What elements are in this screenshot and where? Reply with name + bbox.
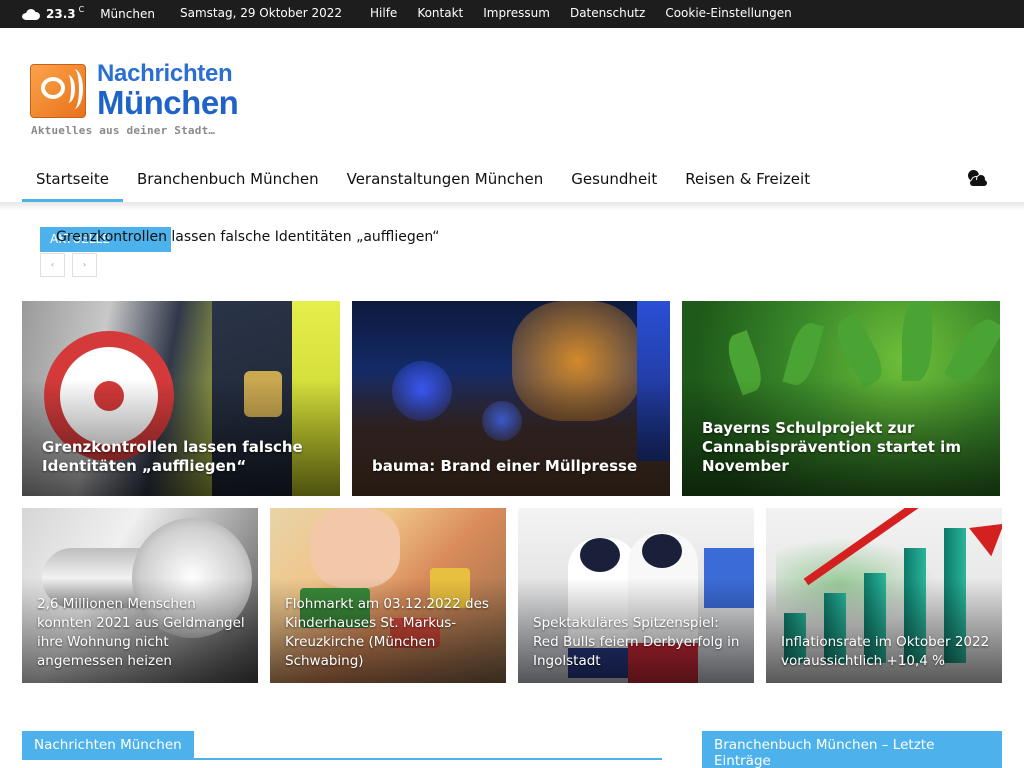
news-tile-title[interactable]: Flohmarkt am 03.12.2022 des Kinderhauses… [285,595,494,671]
news-tile[interactable]: Spektakuläres Spitzenspiel: Red Bulls fe… [518,508,754,683]
ticker-prev-button[interactable]: ‹ [40,253,65,277]
nav-item-veranstaltungen[interactable]: Veranstaltungen München [333,158,558,202]
weather-widget: 23.3 C München [22,0,155,28]
ticker-next-button[interactable]: › [72,253,97,277]
site-logo[interactable]: Nachrichten München Aktuelles aus deiner… [30,60,242,142]
link-cookie-settings[interactable]: Cookie-Einstellungen [665,0,791,27]
nav-item-branchenbuch[interactable]: Branchenbuch München [123,158,333,202]
logo-title-line2: München [97,84,239,121]
megaphone-icon [30,64,86,118]
nav-item-startseite[interactable]: Startseite [22,158,123,202]
news-tile-title[interactable]: Inflationsrate im Oktober 2022 voraussic… [781,633,990,671]
nav-item-reisen-freizeit[interactable]: Reisen & Freizeit [671,158,824,202]
link-impressum[interactable]: Impressum [483,0,550,27]
featured-tile-title[interactable]: Bayerns Schulprojekt zur Cannabisprävent… [702,419,984,476]
cloud-icon [22,8,40,20]
featured-tile[interactable]: Bayerns Schulprojekt zur Cannabisprävent… [682,301,1000,496]
news-tile[interactable]: Flohmarkt am 03.12.2022 des Kinderhauses… [270,508,506,683]
logo-tagline: Aktuelles aus deiner Stadt… [31,124,216,137]
link-datenschutz[interactable]: Datenschutz [570,0,645,27]
nav-divider [0,202,1024,210]
nav-item-gesundheit[interactable]: Gesundheit [557,158,671,202]
news-tile-title[interactable]: 2,6 Millionen Menschen konnten 2021 aus … [37,595,246,671]
section-title-branchenbuch: Branchenbuch München – Letzte Einträge [702,731,1002,768]
temperature: 23.3 [46,7,76,21]
section-title-nachrichten: Nachrichten München [22,731,194,760]
temperature-unit: C [78,4,85,14]
ticker-headline[interactable]: Grenzkontrollen lassen falsche Identität… [56,229,439,245]
top-bar: 23.3 C München Samstag, 29 Oktober 2022 … [0,0,1024,28]
section-divider [22,758,662,760]
sun-cloud-icon[interactable] [966,170,988,188]
link-hilfe[interactable]: Hilfe [370,0,397,27]
featured-tile[interactable]: Grenzkontrollen lassen falsche Identität… [22,301,340,496]
link-kontakt[interactable]: Kontakt [417,0,463,27]
news-tile-title[interactable]: Spektakuläres Spitzenspiel: Red Bulls fe… [533,614,742,671]
news-tile[interactable]: 2,6 Millionen Menschen konnten 2021 aus … [22,508,258,683]
featured-tile[interactable]: bauma: Brand einer Müllpresse [352,301,670,496]
featured-tile-title[interactable]: Grenzkontrollen lassen falsche Identität… [42,438,324,476]
weather-city: München [100,7,155,21]
current-date: Samstag, 29 Oktober 2022 [180,6,343,20]
news-tile[interactable]: Inflationsrate im Oktober 2022 voraussic… [766,508,1002,683]
main-nav: Startseite Branchenbuch München Veransta… [22,158,824,202]
top-links: Hilfe Kontakt Impressum Datenschutz Cook… [370,0,812,27]
featured-tile-title[interactable]: bauma: Brand einer Müllpresse [372,457,654,476]
